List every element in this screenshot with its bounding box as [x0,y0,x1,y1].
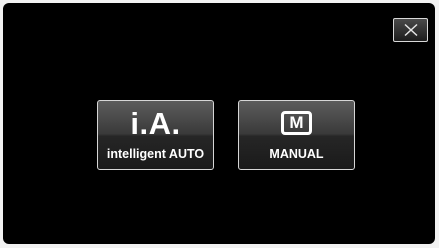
manual-button[interactable]: M MANUAL [238,100,355,170]
manual-label: MANUAL [269,147,324,161]
manual-m-icon: M [281,111,312,135]
ia-logo: i.A. [130,106,181,141]
mode-selection-screen: i.A. intelligent AUTO M MANUAL [3,3,435,244]
intelligent-auto-label: intelligent AUTO [106,147,205,161]
intelligent-auto-button[interactable]: i.A. intelligent AUTO [97,100,214,170]
close-icon [402,23,420,37]
close-button[interactable] [393,18,428,42]
